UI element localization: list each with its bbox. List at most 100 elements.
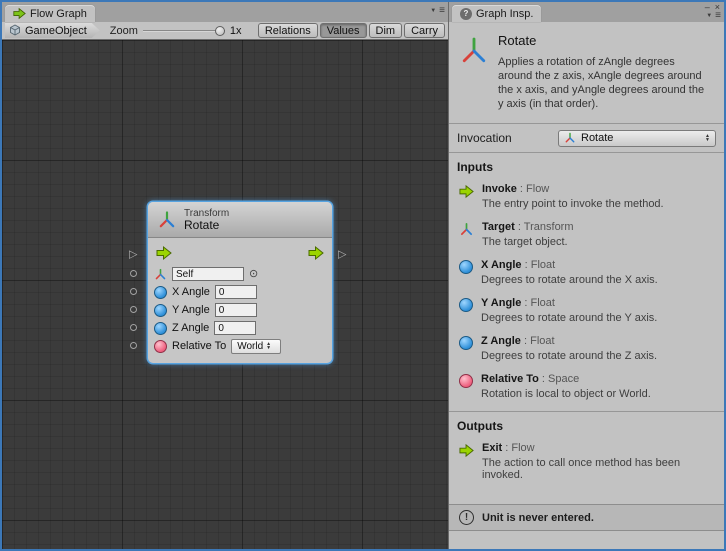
carry-button[interactable]: Carry [404, 23, 445, 38]
chevron-down-icon: ▼ [430, 8, 436, 14]
float-port-icon [459, 336, 473, 350]
graph-canvas[interactable]: ▷ ▷ Transform Rotate [2, 40, 448, 549]
target-axis-icon [154, 268, 167, 281]
tab-graph-inspector-label: Graph Insp. [476, 8, 533, 20]
y-angle-port-icon[interactable] [154, 304, 167, 317]
warning-strip: ! Unit is never entered. [449, 504, 724, 531]
inspector-tabbar: ? Graph Insp. – × ▼ ≡ [449, 2, 724, 22]
flow-graph-tabbar: Flow Graph ▼ ≡ [2, 2, 448, 22]
graph-inspector-pane: ? Graph Insp. – × ▼ ≡ Rotate Applies a r… [448, 2, 724, 549]
port-type: Float [531, 259, 555, 271]
port-description: The entry point to invoke the method. [482, 198, 664, 210]
transform-axis-icon [459, 222, 474, 237]
x-angle-input[interactable] [215, 285, 257, 299]
z-angle-port-icon[interactable] [154, 322, 167, 335]
invocation-label: Invocation [457, 131, 512, 145]
port-x-angle[interactable] [130, 288, 137, 295]
flow-graph-tab-menu[interactable]: ▼ ≡ [430, 6, 445, 16]
inspector-description: Applies a rotation of zAngle degrees aro… [498, 55, 710, 111]
exit-flow-arrow-icon[interactable] [308, 245, 324, 261]
x-angle-port-icon[interactable] [154, 286, 167, 299]
carry-button-label: Carry [411, 25, 438, 37]
relative-to-port-icon[interactable] [154, 340, 167, 353]
transform-axis-icon [157, 210, 177, 230]
chevron-down-icon: ▼ [706, 13, 712, 19]
relations-button[interactable]: Relations [258, 23, 318, 38]
relations-button-label: Relations [265, 25, 311, 37]
port-type: Flow [511, 442, 534, 454]
node-category: Transform [184, 208, 229, 219]
port-description: Degrees to rotate around the Z axis. [481, 350, 657, 362]
port-relative-to[interactable] [130, 342, 137, 349]
port-description: Degrees to rotate around the Y axis. [481, 312, 657, 324]
port-self[interactable] [130, 270, 137, 277]
port-type: Float [531, 297, 555, 309]
bottom-spacer [449, 531, 724, 549]
inputs-section-header: Inputs [449, 153, 724, 177]
tab-flow-graph[interactable]: Flow Graph [5, 5, 95, 22]
input-entry-relative-to: Relative To : Space Rotation is local to… [449, 367, 724, 405]
flow-graph-icon [13, 7, 26, 20]
output-entry-exit: Exit : Flow The action to call once meth… [449, 436, 724, 486]
input-entry-y-angle: Y Angle : Float Degrees to rotate around… [449, 291, 724, 329]
port-z-angle[interactable] [130, 324, 137, 331]
invoke-flow-arrow-icon[interactable] [156, 245, 172, 261]
space-port-icon [459, 374, 473, 388]
flow-graph-pane: Flow Graph ▼ ≡ GameObject Zoom 1x Relati… [2, 2, 448, 549]
self-field[interactable] [172, 267, 244, 281]
zoom-label: Zoom [110, 25, 138, 37]
float-port-icon [459, 260, 473, 274]
flow-input-port[interactable]: ▷ [129, 248, 137, 261]
flow-output-port[interactable]: ▷ [338, 248, 346, 261]
relative-to-dropdown[interactable]: World ▲▼ [231, 339, 281, 354]
values-button-label: Values [327, 25, 360, 37]
port-name: Z Angle [481, 335, 521, 347]
tab-graph-inspector[interactable]: ? Graph Insp. [452, 5, 541, 22]
warning-icon: ! [459, 510, 474, 525]
input-entry-target: Target : Transform The target object. [449, 215, 724, 253]
port-y-angle[interactable] [130, 306, 137, 313]
flow-graph-toolbar: GameObject Zoom 1x Relations Values Dim … [2, 22, 448, 40]
dim-button-label: Dim [376, 25, 396, 37]
port-description: Rotation is local to object or World. [481, 388, 651, 400]
port-description: Degrees to rotate around the X axis. [481, 274, 658, 286]
zoom-slider[interactable] [143, 25, 225, 37]
float-port-icon [459, 298, 473, 312]
zoom-slider-track[interactable] [143, 30, 225, 32]
rotate-node-header[interactable]: Transform Rotate [148, 202, 332, 238]
port-name: Exit [482, 442, 502, 454]
inspector-header: Rotate Applies a rotation of zAngle degr… [449, 22, 724, 123]
values-button[interactable]: Values [320, 23, 367, 38]
warning-text: Unit is never entered. [482, 512, 594, 524]
object-picker-icon[interactable]: ⊙ [249, 269, 258, 280]
breadcrumb-label: GameObject [25, 25, 87, 37]
z-angle-label: Z Angle [172, 322, 209, 334]
input-entry-invoke: Invoke : Flow The entry point to invoke … [449, 177, 724, 215]
port-name: X Angle [481, 259, 522, 271]
updown-arrows-icon: ▲▼ [266, 342, 271, 350]
zoom-slider-thumb[interactable] [215, 26, 225, 36]
x-angle-label: X Angle [172, 286, 210, 298]
port-type: Space [548, 373, 579, 385]
z-angle-input[interactable] [214, 321, 256, 335]
invocation-dropdown[interactable]: Rotate ▲▼ [558, 130, 716, 147]
tab-flow-graph-label: Flow Graph [30, 8, 87, 20]
port-description: The action to call once method has been … [482, 457, 716, 481]
port-name: Y Angle [481, 297, 521, 309]
menu-icon: ≡ [715, 11, 721, 21]
port-description: The target object. [482, 236, 574, 248]
y-angle-label: Y Angle [172, 304, 210, 316]
breadcrumb[interactable]: GameObject [5, 23, 100, 38]
flow-arrow-icon [459, 443, 474, 458]
dim-button[interactable]: Dim [369, 23, 403, 38]
inspector-tab-menu[interactable]: ▼ ≡ [706, 11, 721, 21]
port-name: Target [482, 221, 515, 233]
node-title: Rotate [184, 219, 229, 232]
rotate-node[interactable]: Transform Rotate [148, 202, 332, 363]
zoom-value: 1x [230, 25, 242, 37]
input-entry-z-angle: Z Angle : Float Degrees to rotate around… [449, 329, 724, 367]
invocation-row: Invocation Rotate ▲▼ [449, 124, 724, 152]
y-angle-input[interactable] [215, 303, 257, 317]
transform-axis-icon [564, 132, 577, 145]
port-name: Invoke [482, 183, 517, 195]
